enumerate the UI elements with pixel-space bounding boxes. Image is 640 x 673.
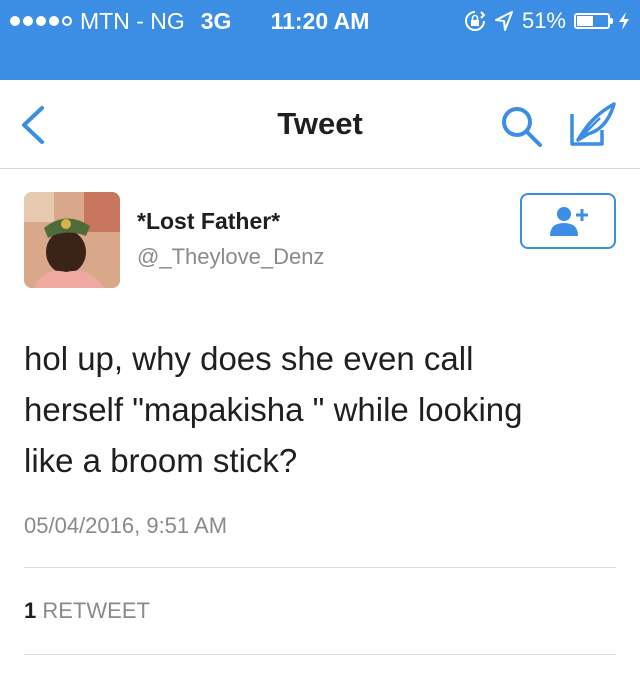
retweet-stats[interactable]: 1 RETWEET	[24, 598, 150, 624]
battery-fill	[577, 16, 594, 26]
charging-bolt-icon	[619, 12, 629, 30]
tweet-text-line: like a broom stick?	[24, 442, 298, 479]
tweet-text: hol up, why does she even call herself "…	[24, 333, 624, 486]
divider	[24, 567, 616, 568]
divider	[24, 654, 616, 655]
retweet-label: RETWEET	[42, 598, 150, 623]
battery-percent: 51%	[521, 8, 566, 33]
add-person-icon	[550, 207, 588, 236]
search-icon[interactable]	[496, 102, 548, 150]
location-arrow-icon	[494, 11, 513, 31]
avatar[interactable]	[24, 192, 120, 288]
tweet-text-line: herself "mapakisha " while looking	[24, 391, 523, 428]
status-bar: MTN - NG 3G 11:20 AM 51%	[0, 0, 640, 80]
display-name[interactable]: *Lost Father*	[137, 208, 280, 235]
status-right: 51%	[464, 6, 630, 36]
avatar-photo	[24, 192, 120, 288]
user-handle[interactable]: @_Theylove_Denz	[137, 244, 324, 270]
compose-quill-icon[interactable]	[566, 100, 620, 150]
retweet-count: 1	[24, 598, 37, 623]
nav-bar: Tweet	[0, 80, 640, 169]
tweet-timestamp: 05/04/2016, 9:51 AM	[24, 513, 228, 538]
battery-icon	[574, 13, 613, 29]
follow-button[interactable]	[520, 193, 616, 249]
orientation-lock-icon	[464, 11, 486, 31]
tweet-text-line: hol up, why does she even call	[24, 340, 474, 377]
